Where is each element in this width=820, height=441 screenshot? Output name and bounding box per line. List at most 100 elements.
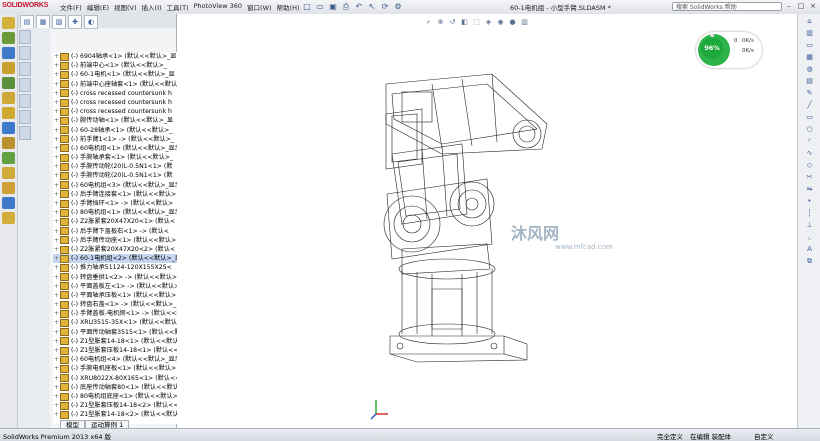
- menu-photoview[interactable]: PhotoView 360: [194, 2, 242, 12]
- expand-icon[interactable]: +: [53, 263, 60, 272]
- explode-icon[interactable]: [2, 122, 15, 134]
- expand-icon[interactable]: +: [53, 291, 60, 300]
- vtab-evaluate[interactable]: [19, 78, 31, 92]
- tree-item[interactable]: + (-) 推力轴承51124-120X155X25<: [53, 263, 191, 272]
- menu-file[interactable]: 文件(F): [60, 2, 82, 12]
- vtab-render[interactable]: [19, 110, 31, 124]
- tree-item[interactable]: + (-) Z1型胀套14-18<2> (默认<<默认: [53, 410, 191, 419]
- pattern-icon[interactable]: [2, 62, 15, 74]
- expand-icon[interactable]: +: [53, 171, 60, 180]
- reference-geometry-icon[interactable]: [2, 107, 15, 119]
- expand-icon[interactable]: +: [53, 346, 60, 355]
- tree-item[interactable]: + (-) XRU3515-35X<1> (默认<<默认: [53, 318, 191, 328]
- feature-tree-tab[interactable]: ▤: [20, 15, 34, 29]
- expand-icon[interactable]: +: [53, 328, 60, 337]
- close-icon[interactable]: ×: [808, 1, 818, 11]
- tree-item[interactable]: + (-) Z1型胀套压板14-18<1> (默认<<: [53, 346, 191, 355]
- graphics-area[interactable]: ⌕ ⊕ ↺ ◧ ⬚ ◈ ◉ ● ▥ 96% 0 0K/s 0K/s 沐风网 ww…: [177, 14, 797, 428]
- interference-icon[interactable]: [2, 137, 15, 149]
- mirror-tool-icon[interactable]: ⇋: [805, 185, 814, 194]
- zoom-fit-icon[interactable]: ⌕: [424, 18, 433, 27]
- expand-icon[interactable]: +: [53, 217, 60, 226]
- tree-item[interactable]: + (-) Z2胀紧套20X47X20<2> (默认<: [53, 245, 191, 254]
- offset-tool-icon[interactable]: ⧉: [805, 257, 814, 266]
- expand-icon[interactable]: +: [53, 144, 60, 153]
- fillet-tool-icon[interactable]: ◟: [805, 233, 814, 242]
- menu-insert[interactable]: 插入(I): [142, 2, 162, 12]
- menu-help[interactable]: 帮助(H): [277, 2, 300, 12]
- text-tool-icon[interactable]: A: [805, 245, 814, 254]
- configuration-tab[interactable]: ▧: [52, 15, 66, 29]
- tree-item[interactable]: + (-) 60-28轴承<1> (默认<<默认>_: [53, 126, 191, 135]
- tree-item[interactable]: + (-) 手腕传动轮(20)L-0.5N1<1> (默: [53, 171, 191, 181]
- expand-icon[interactable]: +: [53, 190, 60, 199]
- smart-dimension-icon[interactable]: ◇: [805, 161, 814, 170]
- tree-item[interactable]: + (-) XRU8022X-80X165<1> (默认<<: [53, 374, 191, 383]
- tree-item[interactable]: + (-) Z2胀紧套20X47X20<1> (默认<: [53, 217, 191, 226]
- centerline-icon[interactable]: ┆: [805, 209, 814, 218]
- new-motion-icon[interactable]: [2, 152, 15, 164]
- tree-item[interactable]: + (-) 6904轴承<1> (默认<<默认>_显: [53, 52, 191, 61]
- instant3d-icon[interactable]: [2, 212, 15, 224]
- expand-icon[interactable]: +: [53, 61, 60, 70]
- menu-tools[interactable]: 工具(T): [167, 2, 189, 12]
- rectangle-tool-icon[interactable]: ▭: [805, 113, 814, 122]
- forum-icon[interactable]: ✎: [805, 89, 814, 98]
- assembly-features-icon[interactable]: [2, 197, 15, 209]
- expand-icon[interactable]: +: [53, 153, 60, 162]
- expand-icon[interactable]: +: [53, 52, 60, 61]
- expand-icon[interactable]: +: [53, 80, 60, 89]
- dim-expert-tab[interactable]: ✚: [68, 15, 82, 29]
- rebuild-icon[interactable]: ⟳: [380, 1, 390, 12]
- tree-item[interactable]: + (-) cross recessed countersunk h: [53, 98, 191, 107]
- zoom-area-icon[interactable]: ⊕: [436, 18, 445, 27]
- previous-view-icon[interactable]: ↺: [448, 18, 457, 27]
- appearance-icon[interactable]: ●: [508, 18, 517, 27]
- expand-icon[interactable]: +: [53, 181, 60, 190]
- vtab-addins[interactable]: [19, 126, 31, 140]
- trim-tool-icon[interactable]: ✂: [805, 173, 814, 182]
- appearances-icon[interactable]: ◍: [805, 65, 814, 74]
- tree-item[interactable]: + (-) Z1型胀套压板14-18<2> (默认<<: [53, 401, 191, 410]
- tree-item[interactable]: + (-) 60电机组<1> (默认<<默认>_显示: [53, 144, 191, 153]
- expand-icon[interactable]: +: [53, 374, 60, 383]
- tree-item[interactable]: + (-) 60-1电机组<2> (默认<<默认>_显: [53, 254, 191, 264]
- tree-item[interactable]: + (-) 60-1电机<1> (默认<<默认>_显: [53, 70, 191, 79]
- scene-icon[interactable]: ▥: [520, 18, 529, 27]
- menu-window[interactable]: 窗口(W): [247, 2, 272, 12]
- menu-edit[interactable]: 编辑(E): [87, 2, 109, 12]
- expand-icon[interactable]: +: [53, 208, 60, 217]
- expand-icon[interactable]: +: [53, 401, 60, 410]
- tree-item[interactable]: + (-) 平面轴承压板<1> (默认<<默认>: [53, 291, 191, 300]
- line-tool-icon[interactable]: ╱: [805, 101, 814, 110]
- tree-item[interactable]: + (-) 平面传动轴套3515<1> (默认<<默: [53, 328, 191, 337]
- tree-item[interactable]: + (-) 60电机组<4> (默认<<默认>_显示: [53, 355, 191, 364]
- tree-item[interactable]: + (-) 手腕轴承套<1> (默认<<默认>_: [53, 153, 191, 162]
- tree-item[interactable]: + (-) 平面盖板左<1> -> (默认<<默认>: [53, 282, 191, 291]
- expand-icon[interactable]: +: [53, 70, 60, 79]
- tree-item[interactable]: + (-) 后手臂连接套<1> (默认<<默认>: [53, 190, 191, 199]
- maximize-icon[interactable]: □: [796, 1, 806, 11]
- tree-item[interactable]: + (-) Z1型胀套14-18<1> (默认<<默认: [53, 337, 191, 346]
- tree-item[interactable]: + (-) 后手臂下盖板右<1> -> (默认<: [53, 227, 191, 236]
- hide-items-icon[interactable]: ◉: [496, 18, 505, 27]
- expand-icon[interactable]: +: [53, 116, 60, 125]
- expand-icon[interactable]: +: [53, 254, 60, 263]
- expand-icon[interactable]: +: [53, 337, 60, 346]
- expand-icon[interactable]: +: [53, 383, 60, 392]
- expand-icon[interactable]: +: [53, 236, 60, 245]
- expand-icon[interactable]: +: [53, 89, 60, 98]
- smart-fastener-icon[interactable]: [2, 182, 15, 194]
- new-icon[interactable]: □: [302, 1, 312, 12]
- section-view-icon[interactable]: ◧: [460, 18, 469, 27]
- spline-tool-icon[interactable]: ∿: [805, 149, 814, 158]
- expand-icon[interactable]: +: [53, 162, 60, 171]
- expand-icon[interactable]: +: [53, 282, 60, 291]
- relation-icon[interactable]: ⊥: [805, 221, 814, 230]
- expand-icon[interactable]: +: [53, 245, 60, 254]
- tree-item[interactable]: + (-) 底座传动轴套80<1> (默认<<默认: [53, 383, 191, 392]
- save-icon[interactable]: ▣: [328, 1, 338, 12]
- expand-icon[interactable]: +: [53, 410, 60, 419]
- tree-item[interactable]: + (-) 手腕传动轮(20)L-0.5N1<1> (默: [53, 162, 191, 171]
- expand-icon[interactable]: +: [53, 355, 60, 364]
